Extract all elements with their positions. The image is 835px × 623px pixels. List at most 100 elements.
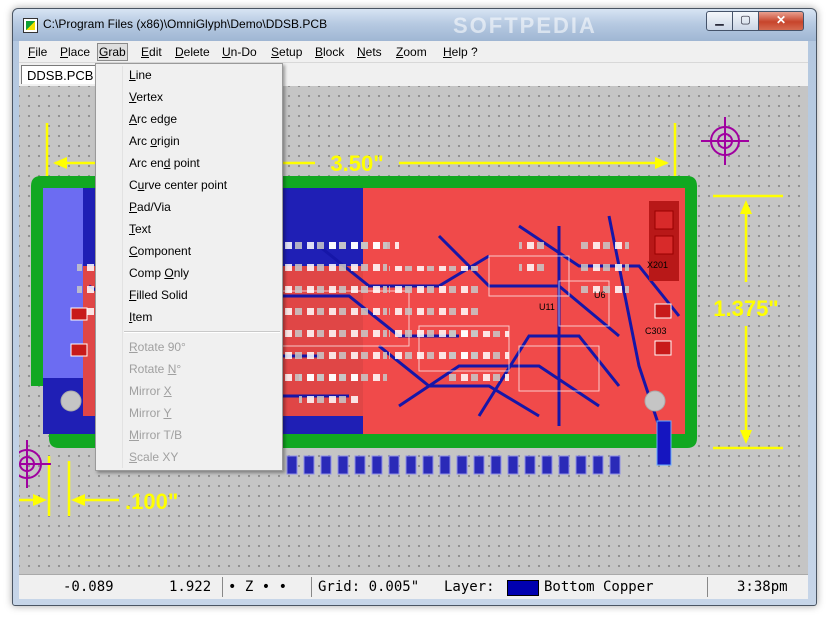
- grab-menu-pad-via[interactable]: Pad/Via: [129, 197, 171, 217]
- menu-text: rc edge: [137, 112, 178, 126]
- minimize-button[interactable]: ▁: [706, 11, 733, 31]
- status-divider: [222, 577, 223, 597]
- menu-help[interactable]: Help ?: [442, 44, 479, 60]
- ref-label-u11: U11: [539, 302, 555, 312]
- grab-menu-item[interactable]: Item: [129, 307, 152, 327]
- menu-zoom[interactable]: Zoom: [395, 44, 428, 60]
- grab-menu-rotate-n[interactable]: Rotate N°: [129, 359, 181, 379]
- menu-zoom-label: oom: [403, 45, 427, 59]
- dimension-height-label: 1.375": [713, 296, 778, 321]
- document-tab[interactable]: DDSB.PCB: [21, 65, 99, 84]
- menu-separator: [124, 331, 280, 333]
- menu-text: ext: [135, 222, 152, 236]
- pad-array-6: [519, 236, 549, 276]
- menu-place-label: lace: [68, 45, 91, 59]
- status-grid: Grid: 0.005": [318, 579, 420, 595]
- minimize-icon: ▁: [715, 14, 724, 26]
- window-title: C:\Program Files (x86)\OmniGlyph\Demo\DD…: [43, 17, 328, 31]
- maximize-button[interactable]: ▢: [732, 11, 759, 31]
- dimension-width-label: 3.50": [330, 151, 383, 176]
- menu-delete-accel: D: [175, 45, 184, 59]
- menu-undo[interactable]: Un-Do: [221, 44, 258, 60]
- status-y-coord: 1.922: [169, 579, 212, 595]
- menu-text: °: [176, 362, 182, 376]
- status-layer-name: Bottom Copper: [544, 579, 654, 595]
- pad-array-8: [329, 236, 399, 261]
- menu-text: rve center point: [144, 178, 228, 192]
- grab-menu-comp-only[interactable]: Comp Only: [129, 263, 189, 283]
- status-time: 3:38pm: [737, 579, 788, 595]
- mounting-hole-right: [644, 390, 666, 412]
- app-icon[interactable]: [23, 18, 38, 33]
- menu-accel: M: [129, 428, 139, 442]
- menu-accel: C: [129, 244, 138, 258]
- menu-accel: R: [129, 340, 138, 354]
- close-icon: ✕: [775, 13, 787, 27]
- menu-help-label: elp ?: [451, 45, 478, 59]
- menu-nets-accel: N: [357, 45, 366, 59]
- ref-label-c303: C303: [645, 326, 667, 336]
- maximize-icon: ▢: [740, 14, 751, 26]
- menu-accel: X: [163, 384, 172, 398]
- grab-menu-mirror-y[interactable]: Mirror Y: [129, 403, 171, 423]
- menu-file-label: ile: [35, 45, 48, 59]
- menu-text: Arc: [129, 134, 151, 148]
- menu-text: otate 90°: [137, 340, 186, 354]
- menu-text: C: [129, 178, 138, 192]
- grab-menu-arc-end-point[interactable]: Arc end point: [129, 153, 200, 173]
- grab-menu-curve-center-point[interactable]: Curve center point: [129, 175, 227, 195]
- menu-edit-accel: E: [141, 45, 150, 59]
- grab-menu-vertex[interactable]: Vertex: [129, 87, 163, 107]
- menu-text: cale XY: [137, 450, 179, 464]
- menu-help-accel: H: [443, 45, 452, 59]
- menu-grab[interactable]: Grab: [97, 43, 128, 61]
- menu-setup-label: etup: [279, 45, 303, 59]
- grab-menu-text[interactable]: Text: [129, 219, 151, 239]
- menu-undo-accel: U: [222, 45, 231, 59]
- grab-dropdown-menu: Line Vertex Arc edge Arc origin Arc end …: [95, 63, 283, 471]
- grab-menu-line[interactable]: Line: [129, 65, 152, 85]
- menu-text: illed Solid: [136, 288, 188, 302]
- menu-block[interactable]: Block: [314, 44, 345, 60]
- menu-block-accel: B: [315, 45, 324, 59]
- grab-menu-mirror-tb[interactable]: Mirror T/B: [129, 425, 182, 445]
- status-layer-label: Layer:: [444, 579, 495, 595]
- menu-setup[interactable]: Setup: [270, 44, 303, 60]
- menu-accel: P: [129, 200, 138, 214]
- menu-text: ertex: [136, 90, 164, 104]
- menu-edit[interactable]: Edit: [140, 44, 163, 60]
- status-x-coord: -0.089: [63, 579, 114, 595]
- menu-accel: S: [129, 450, 138, 464]
- title-bar[interactable]: C:\Program Files (x86)\OmniGlyph\Demo\DD…: [13, 9, 816, 41]
- close-button[interactable]: ✕: [758, 11, 804, 31]
- menu-text: rigin: [157, 134, 180, 148]
- menu-text: Mirror: [129, 406, 164, 420]
- menu-text: irror T/B: [139, 428, 183, 442]
- grab-menu-filled-solid[interactable]: Filled Solid: [129, 285, 188, 305]
- grab-menu-arc-edge[interactable]: Arc edge: [129, 109, 177, 129]
- grab-menu-scale-xy[interactable]: Scale XY: [129, 447, 178, 467]
- grab-menu-component[interactable]: Component: [129, 241, 191, 261]
- menu-block-label: lock: [323, 45, 345, 59]
- menu-undo-label: n-Do: [230, 45, 257, 59]
- menu-text: ad/Via: [137, 200, 171, 214]
- menu-accel: Y: [163, 406, 172, 420]
- menu-file[interactable]: File: [27, 44, 48, 60]
- grab-menu-arc-origin[interactable]: Arc origin: [129, 131, 180, 151]
- grab-menu-rotate-90[interactable]: Rotate 90°: [129, 337, 186, 357]
- grab-menu-mirror-x[interactable]: Mirror X: [129, 381, 172, 401]
- edge-connector: [286, 455, 621, 475]
- menu-text: ine: [135, 68, 152, 82]
- menu-edit-label: dit: [149, 45, 162, 59]
- pad-array-3: [449, 331, 509, 386]
- menu-place-accel: P: [60, 45, 69, 59]
- status-divider: [707, 577, 708, 597]
- ref-label-u6: U6: [594, 290, 606, 300]
- menu-text: omponent: [137, 244, 192, 258]
- menu-delete[interactable]: Delete: [174, 44, 211, 60]
- registration-target-top-icon: [701, 117, 749, 165]
- dimension-offset-label: .100": [125, 489, 178, 514]
- menu-nets[interactable]: Nets: [356, 44, 383, 60]
- status-bar: -0.089 1.922 • Z • • Grid: 0.005" Layer:…: [19, 574, 808, 599]
- menu-place[interactable]: Place: [59, 44, 91, 60]
